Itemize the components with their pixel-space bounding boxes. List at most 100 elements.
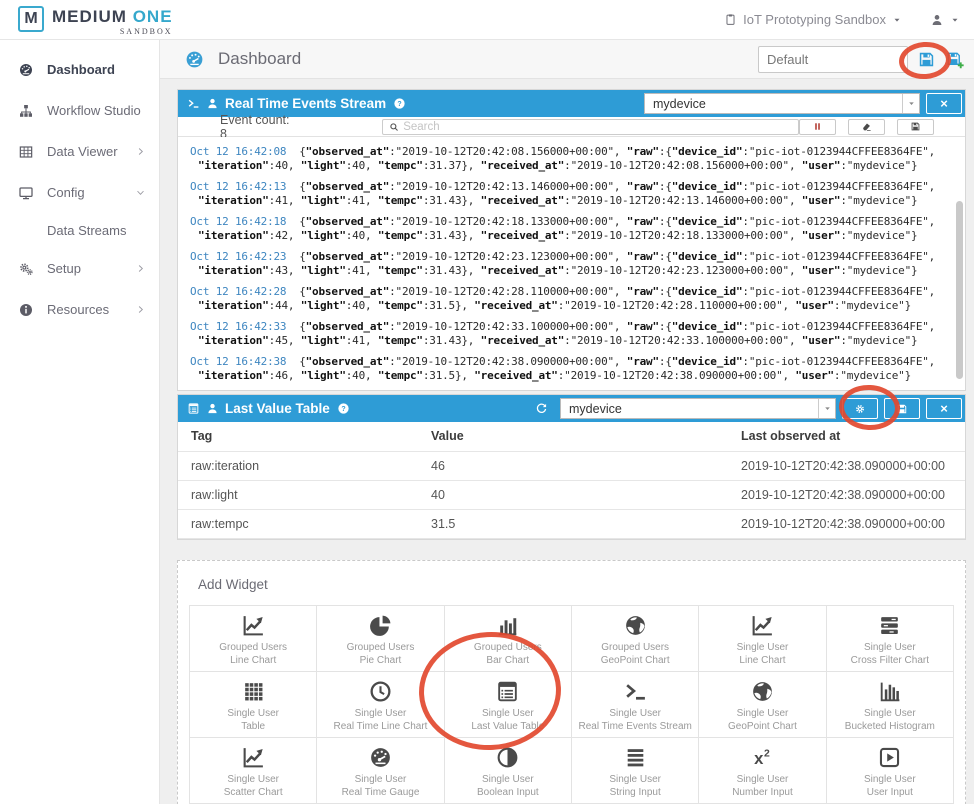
- widget-tile-single-user-real-time-gauge[interactable]: Single UserReal Time Gauge: [317, 738, 444, 804]
- device-input[interactable]: [645, 94, 902, 113]
- widget-tile-single-user-number-input[interactable]: x2Single UserNumber Input: [699, 738, 826, 804]
- dashboard-name-input[interactable]: [758, 46, 908, 73]
- device-select: [560, 398, 836, 419]
- widget-tile-type: Real Time Gauge: [342, 786, 420, 799]
- eraser-icon: [861, 121, 872, 132]
- widget-tile-single-user-real-time-line-chart[interactable]: Single UserReal Time Line Chart: [317, 672, 444, 738]
- sidebar-item-workflow-studio[interactable]: Workflow Studio: [0, 90, 159, 131]
- search-input[interactable]: [403, 121, 798, 133]
- sidebar-item-label: Workflow Studio: [47, 103, 141, 118]
- widget-tile-type: String Input: [610, 786, 661, 799]
- widget-tile-grouped-users-geopoint-chart[interactable]: Grouped UsersGeoPoint Chart: [572, 606, 699, 672]
- widget-tile-single-user-real-time-events-stream[interactable]: Single UserReal Time Events Stream: [572, 672, 699, 738]
- lvt-settings-button[interactable]: [842, 398, 878, 419]
- last-value-table: TagValueLast observed at raw:iteration46…: [178, 422, 965, 539]
- line-chart-icon: [241, 745, 266, 770]
- widget-tile-single-user-line-chart[interactable]: Single UserLine Chart: [699, 606, 826, 672]
- device-dropdown-button[interactable]: [902, 94, 919, 113]
- bar-chart-icon: [495, 613, 520, 638]
- chevron-right-icon: [135, 304, 146, 315]
- gear-icon: [854, 403, 866, 415]
- widget-tile-grouped-users-line-chart[interactable]: Grouped UsersLine Chart: [190, 606, 317, 672]
- widget-tile-grouped-users-bar-chart[interactable]: Grouped UsersBar Chart: [445, 606, 572, 672]
- sidebar-item-data-viewer[interactable]: Data Viewer: [0, 131, 159, 172]
- brand-sub: SANDBOX: [120, 27, 173, 36]
- resources-icon: [18, 302, 34, 318]
- page-header: Dashboard: [160, 40, 974, 79]
- table-icon: [241, 679, 266, 704]
- table-cell: raw:light: [178, 480, 418, 509]
- sidebar-item-resources[interactable]: Resources: [0, 289, 159, 330]
- widget-tile-group: Single User: [737, 707, 789, 720]
- widget-tile-single-user-cross-filter-chart[interactable]: Single UserCross Filter Chart: [827, 606, 954, 672]
- widget-tile-single-user-geopoint-chart[interactable]: Single UserGeoPoint Chart: [699, 672, 826, 738]
- org-selector[interactable]: IoT Prototyping Sandbox: [743, 12, 886, 27]
- widget-tile-single-user-last-value-table[interactable]: Single UserLast Value Table: [445, 672, 572, 738]
- refresh-icon[interactable]: [535, 402, 548, 415]
- x-squared-icon: x2: [750, 745, 775, 770]
- pause-button[interactable]: [799, 119, 836, 135]
- column-header-last-observed-at: Last observed at: [728, 422, 965, 451]
- widget-tile-type: Line Chart: [739, 654, 785, 667]
- scrollbar-thumb[interactable]: [956, 201, 963, 379]
- lvt-save-button[interactable]: [884, 398, 920, 419]
- widget-tile-single-user-table[interactable]: Single UserTable: [190, 672, 317, 738]
- event-log-entry: Oct 12 16:42:13 {"observed_at":"2019-10-…: [190, 180, 951, 207]
- last-value-table-widget: Last Value Table ? × TagValueLast observ…: [177, 394, 966, 540]
- widget-tile-type: GeoPoint Chart: [728, 720, 797, 733]
- widget-tile-single-user-user-input[interactable]: Single UserUser Input: [827, 738, 954, 804]
- toggle-icon: [495, 745, 520, 770]
- close-icon: ×: [940, 402, 948, 415]
- widget-tile-group: Single User: [482, 707, 534, 720]
- device-input[interactable]: [561, 399, 818, 418]
- widget-tile-type: User Input: [867, 786, 913, 799]
- widget-tile-type: Scatter Chart: [224, 786, 283, 799]
- widget-tile-group: Single User: [864, 773, 916, 786]
- column-header-tag: Tag: [178, 422, 418, 451]
- table-cell: 46: [418, 451, 728, 480]
- help-icon[interactable]: ?: [393, 97, 406, 110]
- close-lvt-widget-button[interactable]: ×: [926, 398, 962, 419]
- table-cell: 2019-10-12T20:42:38.090000+00:00: [728, 509, 965, 538]
- widget-tile-single-user-string-input[interactable]: Single UserString Input: [572, 738, 699, 804]
- event-log-entry: Oct 12 16:42:08 {"observed_at":"2019-10-…: [190, 145, 951, 172]
- sidebar-item-setup[interactable]: Setup: [0, 248, 159, 289]
- chevron-right-icon: [135, 146, 146, 157]
- user-menu-icon[interactable]: [930, 13, 944, 27]
- widget-tile-single-user-scatter-chart[interactable]: Single UserScatter Chart: [190, 738, 317, 804]
- single-user-icon: [206, 97, 219, 110]
- widget-tile-type: Bar Chart: [486, 654, 529, 667]
- widget-tile-type: Number Input: [732, 786, 793, 799]
- widget-tile-group: Single User: [737, 641, 789, 654]
- table-cell: 2019-10-12T20:42:38.090000+00:00: [728, 451, 965, 480]
- config-icon: [18, 185, 34, 201]
- org-caret-icon[interactable]: [892, 15, 902, 25]
- widget-tile-grouped-users-pie-chart[interactable]: Grouped UsersPie Chart: [317, 606, 444, 672]
- save-events-button[interactable]: [897, 119, 934, 135]
- add-dashboard-icon[interactable]: [945, 50, 964, 69]
- widget-tile-type: Real Time Line Chart: [334, 720, 428, 733]
- user-caret-icon[interactable]: [950, 15, 960, 25]
- sidebar-item-data-streams[interactable]: Data Streams: [0, 213, 159, 248]
- widget-tile-single-user-boolean-input[interactable]: Single UserBoolean Input: [445, 738, 572, 804]
- close-events-widget-button[interactable]: ×: [926, 93, 962, 114]
- main-area: Dashboard Real Time Events Stream ? ×: [160, 40, 974, 804]
- sidebar-item-dashboard[interactable]: Dashboard: [0, 49, 159, 90]
- svg-text:2: 2: [764, 748, 770, 759]
- chevron-down-icon: [135, 187, 146, 198]
- clear-button[interactable]: [848, 119, 885, 135]
- caret-down-icon: [907, 99, 916, 108]
- table-cell: raw:iteration: [178, 451, 418, 480]
- help-icon[interactable]: ?: [337, 402, 350, 415]
- save-dashboard-icon[interactable]: [917, 50, 936, 69]
- lines-icon: [623, 745, 648, 770]
- device-dropdown-button[interactable]: [818, 399, 835, 418]
- table-row: raw:tempc31.52019-10-12T20:42:38.090000+…: [178, 509, 965, 538]
- widget-tile-single-user-bucketed-histogram[interactable]: Single UserBucketed Histogram: [827, 672, 954, 738]
- add-widget-title: Add Widget: [198, 577, 954, 592]
- widget-tile-group: Single User: [609, 773, 661, 786]
- dashboard-gauge-icon: [184, 49, 205, 70]
- sidebar-item-config[interactable]: Config: [0, 172, 159, 213]
- widget-tile-type: Table: [241, 720, 265, 733]
- save-icon: [910, 121, 921, 132]
